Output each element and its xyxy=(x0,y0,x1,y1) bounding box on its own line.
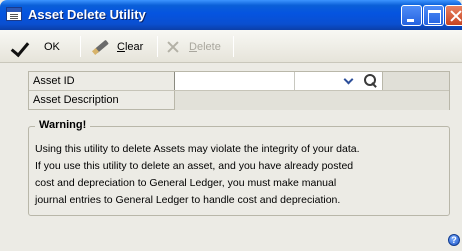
toolbar-separator xyxy=(157,36,158,57)
clear-accelerator: C xyxy=(117,41,125,53)
magnifier-icon[interactable] xyxy=(360,72,382,90)
asset-description-field xyxy=(174,91,449,110)
window-app-icon[interactable] xyxy=(6,7,22,21)
help-icon[interactable]: ? xyxy=(448,234,460,246)
minimize-button[interactable] xyxy=(401,5,422,26)
toolbar-separator xyxy=(233,36,234,57)
delete-x-icon xyxy=(164,38,182,56)
asset-form: Asset ID Asset Description xyxy=(28,71,450,110)
window-title: Asset Delete Utility xyxy=(28,7,146,22)
delete-button[interactable]: Delete xyxy=(164,38,221,56)
toolbar-separator xyxy=(80,36,81,57)
checkmark-icon xyxy=(12,37,32,57)
warning-box: Warning! Using this utility to delete As… xyxy=(28,119,450,216)
warning-line: journal entries to General Ledger to han… xyxy=(35,194,341,206)
warning-line: cost and depreciation to General Ledger,… xyxy=(35,177,337,189)
ok-button[interactable]: OK xyxy=(12,38,60,56)
toolbar: OK Clear Delete xyxy=(0,30,462,63)
asset-id-label: Asset ID xyxy=(33,75,75,87)
ok-label: OK xyxy=(44,41,60,53)
asset-id-row: Asset ID xyxy=(29,72,449,91)
eraser-icon xyxy=(92,38,110,56)
title-bar[interactable]: Asset Delete Utility xyxy=(0,0,462,30)
delete-label: Delete xyxy=(189,41,221,53)
delete-accelerator: D xyxy=(189,41,197,53)
asset-delete-utility-window: Asset Delete Utility OK Clear Delete Ass… xyxy=(0,0,462,251)
warning-title: Warning! xyxy=(35,119,91,131)
warning-text: Using this utility to delete Assets may … xyxy=(35,141,445,209)
warning-line: Using this utility to delete Assets may … xyxy=(35,143,360,155)
asset-description-label: Asset Description xyxy=(33,94,119,106)
close-button[interactable] xyxy=(445,5,462,26)
delete-label-rest: elete xyxy=(196,41,221,53)
asset-id-readonly-field xyxy=(382,72,449,90)
clear-label: Clear xyxy=(117,41,143,53)
asset-description-row: Asset Description xyxy=(29,91,449,110)
chevron-down-icon[interactable] xyxy=(339,74,359,88)
maximize-button[interactable] xyxy=(423,5,444,26)
clear-label-rest: lear xyxy=(124,41,144,53)
clear-button[interactable]: Clear xyxy=(92,38,143,56)
asset-id-input[interactable] xyxy=(174,72,294,90)
warning-line: If you use this utility to delete an ass… xyxy=(35,160,354,172)
